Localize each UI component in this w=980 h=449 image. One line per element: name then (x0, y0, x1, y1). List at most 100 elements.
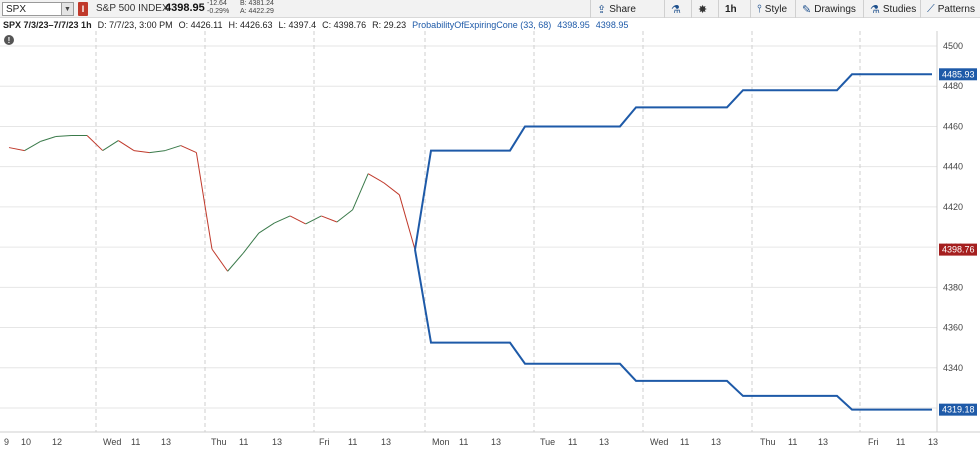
x-tick-label: 13 (161, 437, 171, 447)
cone-lower-line (414, 249, 932, 411)
price-tag-lower-text: 4319.18 (942, 405, 975, 415)
price-line-segment (227, 252, 244, 272)
price-line-segment (367, 173, 385, 184)
info-low: L: 4397.4 (278, 19, 317, 30)
price-line-segment (24, 141, 41, 152)
symbol-input[interactable]: SPX ▼ (2, 2, 74, 16)
x-tick-label: Tue (540, 437, 555, 447)
x-tick-label: Wed (650, 437, 668, 447)
interval-button[interactable]: 1h (718, 0, 743, 18)
cone-upper-line (414, 73, 932, 250)
x-tick-label: Thu (760, 437, 776, 447)
price-line-segment (258, 222, 275, 234)
x-tick-label: 13 (491, 437, 501, 447)
y-axis: 4500448044604440442044004380436043404320 (936, 31, 980, 432)
x-tick-label: 11 (131, 437, 140, 447)
x-tick-label: Mon (432, 437, 450, 447)
price-line-segment (321, 215, 338, 223)
price-line-segment (383, 182, 400, 196)
x-tick-label: 11 (680, 437, 689, 447)
toolbar: SPX ▼ I S&P 500 INDEX 4398.95 -12.64 -0.… (0, 0, 980, 18)
x-tick-label: 13 (818, 437, 828, 447)
price-line-segment (40, 136, 56, 143)
x-tick-label: Wed (103, 437, 121, 447)
drawings-label: Drawings (814, 3, 856, 15)
patterns-icon: ⟋ (927, 2, 935, 15)
price-line-segment (149, 150, 166, 154)
chart-info-bar: SPX 7/3/23–7/7/23 1h D: 7/7/23, 3:00 PM … (0, 18, 980, 31)
x-axis: 9 10 12 Wed 11 13 Thu 11 13 Fri 11 13 Mon 11 13 Tue 11 13… (0, 431, 980, 447)
price-tag-upper-text: 4485.93 (942, 69, 975, 79)
x-tick-label: 9 (4, 437, 9, 447)
style-button[interactable]: ⫯ Style (750, 0, 793, 18)
patterns-label: Patterns (937, 3, 975, 15)
x-tick-label: 11 (348, 437, 357, 447)
info-date: D: 7/7/23, 3:00 PM (97, 19, 173, 30)
bid-value: B: 4381.24 (240, 0, 274, 7)
chevron-down-icon[interactable]: ▼ (61, 3, 73, 15)
price-line-segment (133, 150, 150, 154)
x-tick-label: 13 (381, 437, 391, 447)
price-chart[interactable]: 4500448044604440442044004380436043404320… (0, 31, 980, 449)
price-line-segment (242, 232, 260, 254)
price-line-segment (55, 134, 72, 137)
flask-icon: ⚗ (671, 3, 681, 16)
study-lower-value: 4398.95 (595, 19, 629, 30)
x-tick-label: 11 (788, 437, 797, 447)
price-line-segment (336, 209, 353, 223)
y-tick-label: 4500 (943, 41, 963, 51)
price-line-segment (86, 135, 104, 151)
price-line-segment (165, 145, 181, 152)
symbol-description: S&P 500 INDEX (96, 3, 169, 14)
x-tick-label: Fri (868, 437, 879, 447)
series (8, 73, 932, 411)
exchange-badge: I (78, 2, 88, 16)
x-tick-label: 12 (52, 437, 62, 447)
price-line-segment (8, 147, 25, 152)
price-line-segment (211, 248, 229, 272)
percent-change: -0.29% (207, 8, 230, 15)
x-tick-label: Fri (319, 437, 330, 447)
info-high: H: 4426.63 (228, 19, 273, 30)
share-button[interactable]: ⇪ Share (590, 0, 642, 18)
info-range: R: 29.23 (372, 19, 407, 30)
price-line-segment (180, 145, 197, 154)
candle-icon: ⫯ (757, 2, 762, 15)
x-tick-label: 13 (928, 437, 938, 447)
chart-title: SPX 7/3/23–7/7/23 1h (3, 19, 92, 30)
study-name[interactable]: ProbabilityOfExpiringCone (33, 68) (412, 20, 551, 30)
price-line-segment (118, 140, 135, 151)
settings-button[interactable]: ✸ (691, 0, 713, 18)
y-tick-label: 4340 (943, 363, 963, 373)
studies-button[interactable]: ⚗ Studies (863, 0, 922, 18)
price-line-segment (352, 173, 369, 211)
share-icon: ⇪ (597, 3, 607, 16)
x-tick-label: 13 (272, 437, 282, 447)
price-line-segment (274, 215, 291, 224)
patterns-button[interactable]: ⟋ Patterns (920, 0, 980, 18)
price-line-segment (398, 194, 416, 250)
pencil-icon: ✎ (802, 3, 812, 16)
x-tick-label: 11 (239, 437, 248, 447)
flask-icon: ⚗ (870, 3, 880, 16)
x-tick-label: Thu (211, 437, 227, 447)
grid (0, 45, 937, 409)
last-price: 4398.95 (165, 2, 205, 14)
y-tick-label: 4480 (943, 81, 963, 91)
price-line-segment (102, 140, 119, 151)
bid-ask-block: B: 4381.24 A: 4422.29 (240, 0, 274, 16)
info-open: O: 4426.11 (178, 19, 223, 30)
style-label: Style (764, 3, 788, 15)
y-tick-label: 4380 (943, 282, 963, 292)
x-tick-label: 13 (599, 437, 609, 447)
price-line-segment (289, 215, 306, 225)
price-tag-last-text: 4398.76 (942, 245, 975, 255)
study-upper-value: 4398.95 (557, 19, 590, 30)
x-tick-label: 11 (459, 437, 468, 447)
gear-icon: ✸ (698, 3, 708, 16)
share-label: Share (609, 3, 636, 15)
studies-label: Studies (882, 3, 917, 15)
flask-button[interactable]: ⚗ (664, 0, 687, 18)
drawings-button[interactable]: ✎ Drawings (795, 0, 862, 18)
x-tick-label: 11 (896, 437, 905, 447)
